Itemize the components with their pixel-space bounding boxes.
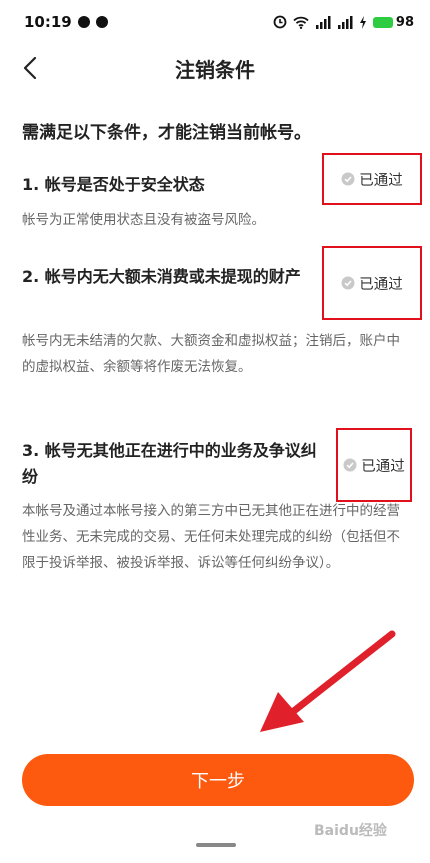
chat-bubble-icon [95, 16, 108, 28]
charging-icon [359, 15, 366, 29]
battery-body [372, 16, 393, 28]
condition-desc: 帐号内无未结清的欠款、大额资金和虚拟权益；注销后，账户中的虚拟权益、余额等将作废… [22, 333, 400, 375]
alarm-icon [273, 15, 287, 29]
condition-2: 2. 帐号内无大额未消费或未提现的财产 [22, 264, 322, 290]
status-left: 10:19 [24, 13, 108, 31]
status-badge: 已通过 [336, 428, 412, 502]
condition-title: 3. 帐号无其他正在进行中的业务及争议纠纷 [22, 441, 317, 486]
status-label: 已通过 [359, 276, 403, 293]
nav-bar: 注销条件 [0, 44, 430, 92]
battery-icon: 98 [372, 14, 414, 30]
page-title: 注销条件 [175, 58, 255, 82]
next-step-button[interactable]: 下一步 [22, 754, 414, 806]
status-label: 已通过 [359, 172, 403, 189]
intro-text: 需满足以下条件，才能注销当前帐号。 [22, 123, 311, 143]
check-circle-icon [341, 172, 355, 186]
wifi-icon [293, 16, 309, 29]
condition-title: 1. 帐号是否处于安全状态 [22, 175, 205, 194]
condition-desc: 帐号为正常使用状态且没有被盗号风险。 [22, 212, 265, 228]
condition-3: 3. 帐号无其他正在进行中的业务及争议纠纷 [22, 438, 322, 490]
status-label: 已通过 [361, 458, 405, 475]
status-badge: 已通过 [322, 246, 422, 320]
condition-title: 2. 帐号内无大额未消费或未提现的财产 [22, 267, 301, 286]
condition-1: 1. 帐号是否处于安全状态 [22, 172, 322, 198]
check-circle-icon [341, 276, 355, 290]
battery-level: 98 [395, 14, 414, 30]
check-circle-icon [343, 458, 357, 472]
status-right: 98 [273, 15, 414, 30]
home-indicator[interactable] [196, 843, 236, 847]
status-badge: 已通过 [322, 153, 422, 205]
status-bar: 10:19 98 [0, 0, 430, 44]
signal-icon [315, 15, 331, 29]
condition-desc: 本帐号及通过本帐号接入的第三方中已无其他正在进行中的经营性业务、无未完成的交易、… [22, 503, 400, 571]
annotation-arrow-icon [260, 630, 396, 732]
status-time: 10:19 [24, 13, 72, 31]
baidu-watermark: Baidu经验 [314, 823, 387, 839]
signal-icon [337, 15, 353, 29]
chat-bubble-icon [77, 16, 90, 28]
